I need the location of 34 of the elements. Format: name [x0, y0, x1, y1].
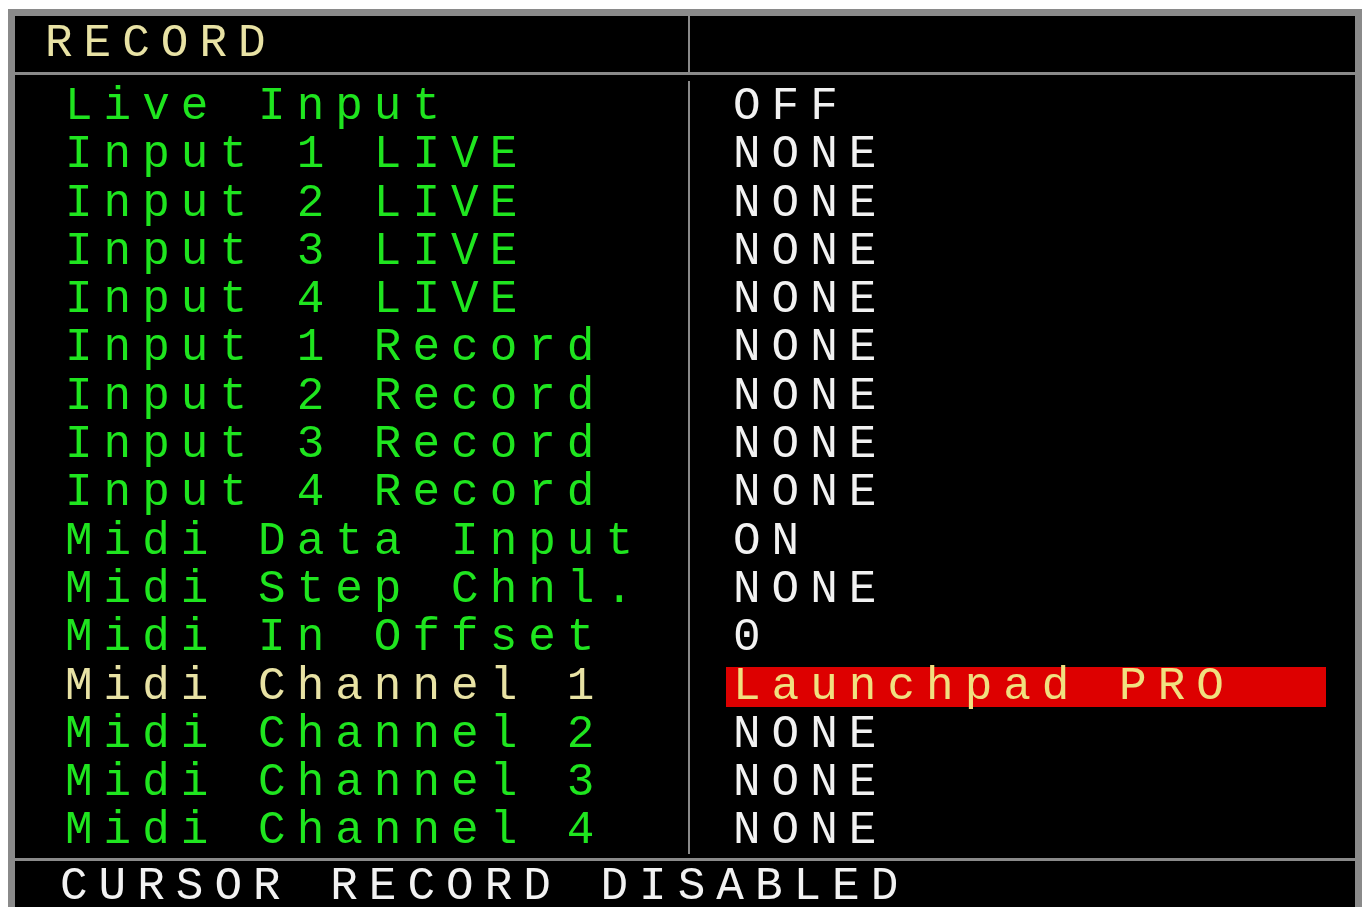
- setting-value[interactable]: ON: [726, 521, 818, 562]
- setting-value[interactable]: NONE: [726, 763, 895, 804]
- window-title: RECORD: [44, 17, 277, 72]
- setting-label[interactable]: Midi Step Chnl.: [15, 565, 645, 614]
- setting-label[interactable]: Midi Channel 2: [15, 710, 606, 759]
- setting-label[interactable]: Input 4 Record: [15, 469, 606, 518]
- setting-label[interactable]: Input 2 Record: [15, 372, 606, 421]
- setting-label[interactable]: Input 1 Record: [15, 324, 606, 373]
- setting-value[interactable]: NONE: [726, 231, 895, 272]
- setting-label[interactable]: Input 1 LIVE: [15, 131, 529, 180]
- setting-value[interactable]: NONE: [726, 473, 895, 514]
- setting-label[interactable]: Midi Channel 3: [15, 759, 606, 808]
- setting-label[interactable]: Midi In Offset: [15, 614, 606, 663]
- setting-label[interactable]: Live Input: [15, 83, 452, 131]
- setting-value[interactable]: NONE: [726, 135, 895, 176]
- setting-value[interactable]: NONE: [726, 183, 895, 224]
- setting-value[interactable]: Launchpad PRO: [726, 666, 1326, 707]
- setting-value[interactable]: NONE: [726, 569, 895, 610]
- setting-value[interactable]: NONE: [726, 280, 895, 321]
- setting-label[interactable]: Input 4 LIVE: [15, 276, 529, 325]
- setting-value[interactable]: NONE: [726, 811, 895, 852]
- setting-label[interactable]: Input 3 LIVE: [15, 227, 529, 276]
- setting-label[interactable]: Midi Channel 4: [15, 807, 606, 856]
- setting-value[interactable]: OFF: [726, 87, 856, 127]
- setting-value[interactable]: 0: [726, 618, 779, 659]
- setting-label[interactable]: Midi Channel 1: [15, 662, 606, 711]
- setting-value[interactable]: NONE: [726, 714, 895, 755]
- setting-label[interactable]: Input 2 LIVE: [15, 179, 529, 228]
- setting-value[interactable]: NONE: [726, 425, 895, 466]
- setting-value[interactable]: NONE: [726, 328, 895, 369]
- status-text: CURSOR RECORD DISABLED: [59, 862, 910, 907]
- setting-value[interactable]: NONE: [726, 376, 895, 417]
- setting-label[interactable]: Input 3 Record: [15, 421, 606, 470]
- setting-label[interactable]: Midi Data Input: [15, 517, 645, 566]
